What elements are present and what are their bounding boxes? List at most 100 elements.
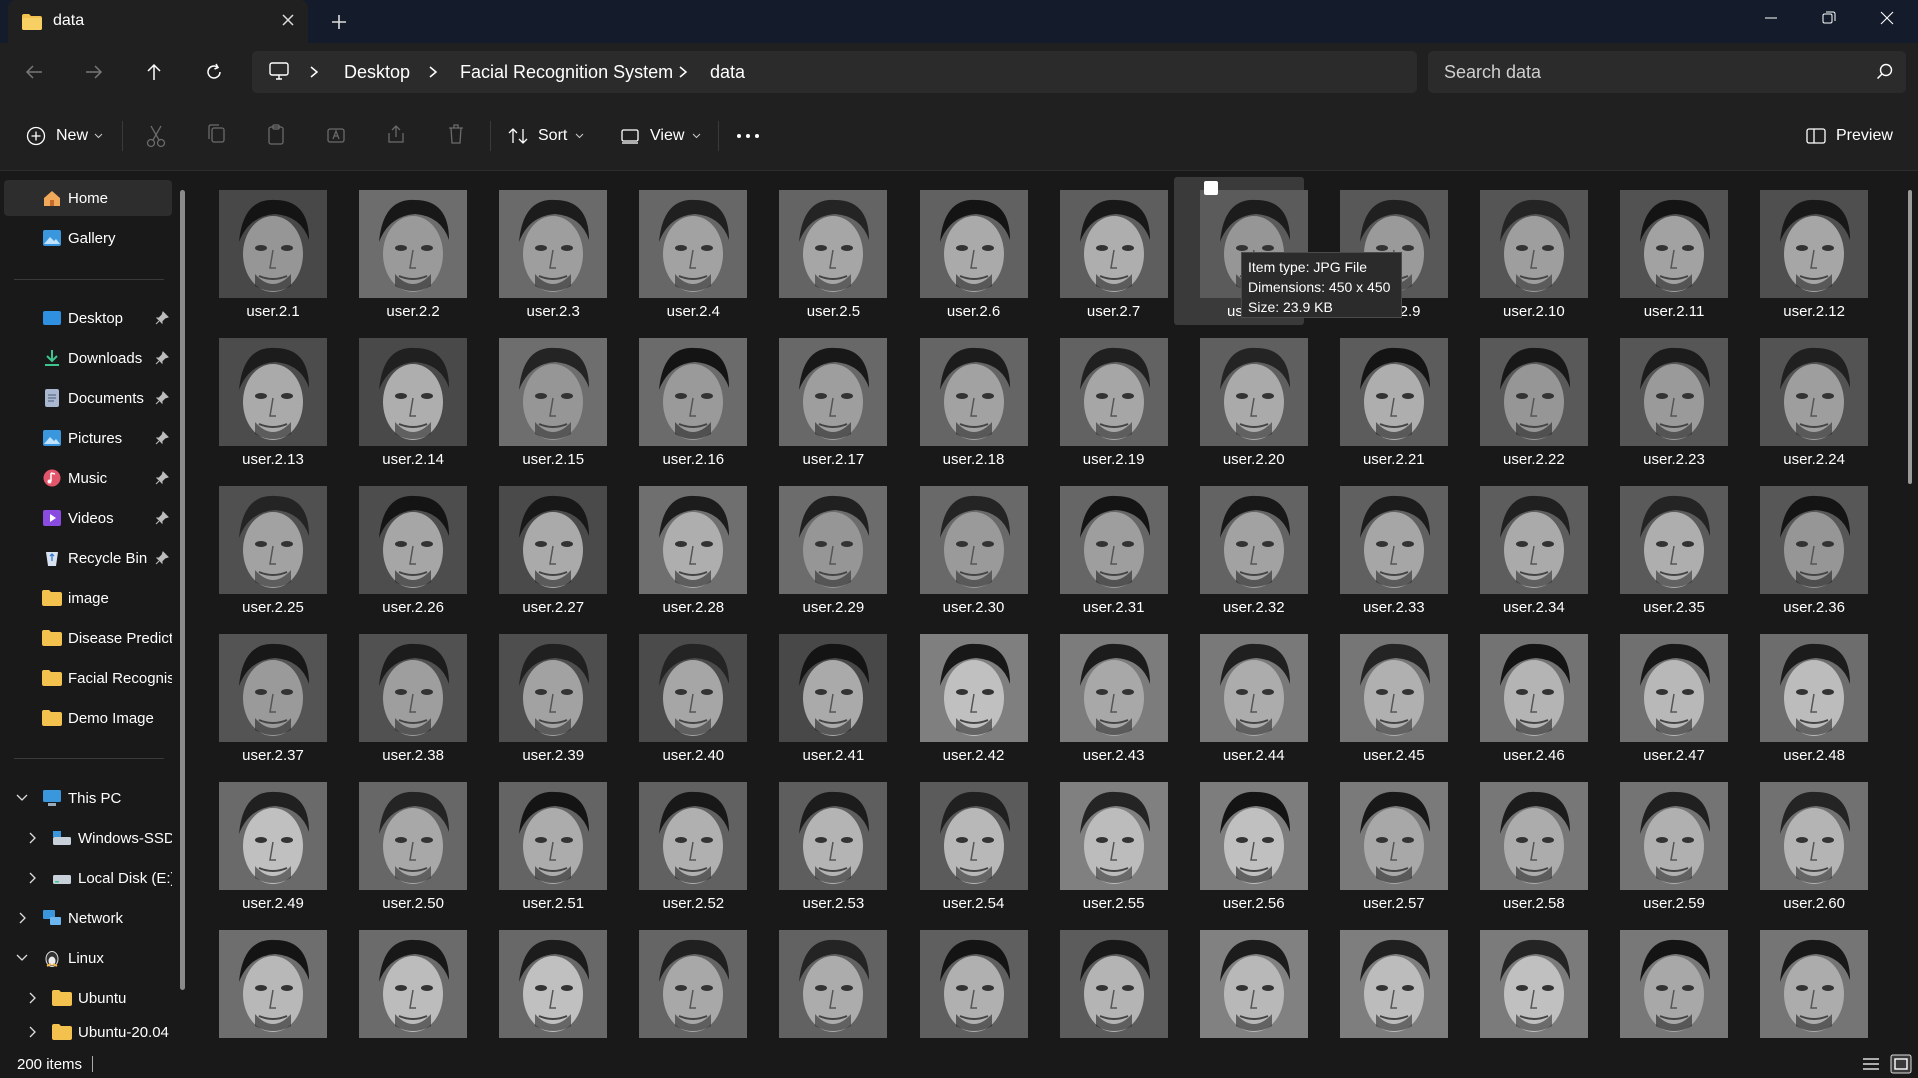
file-tile[interactable]: user.2.39 [473, 621, 609, 764]
chevron-right-icon[interactable] [18, 912, 28, 924]
restore-button[interactable] [1800, 0, 1858, 36]
search-box[interactable] [1428, 51, 1906, 93]
new-tab-icon[interactable] [327, 10, 351, 34]
sidebar-item-disease-prediction[interactable]: Disease Predicti [4, 620, 172, 656]
file-tile[interactable]: user.2.5 [753, 177, 889, 320]
sidebar-item-documents[interactable]: Documents [4, 380, 172, 416]
new-button[interactable]: New [26, 121, 103, 151]
selection-checkbox[interactable] [1204, 181, 1218, 195]
copy-icon[interactable] [206, 121, 226, 151]
content-scrollbar[interactable] [1908, 190, 1912, 484]
file-tile[interactable]: user.2.69 [1314, 917, 1450, 1044]
search-input[interactable] [1444, 60, 1844, 84]
file-tile[interactable]: user.2.35 [1594, 473, 1730, 616]
file-tile[interactable]: user.2.3 [473, 177, 609, 320]
file-tile[interactable]: user.2.49 [196, 769, 329, 912]
file-tile[interactable]: user.2.7 [1034, 177, 1170, 320]
file-tile[interactable]: user.2.16 [613, 325, 749, 468]
close-tab-icon[interactable] [278, 10, 298, 30]
file-tile[interactable]: user.2.51 [473, 769, 609, 912]
file-tile[interactable]: user.2.25 [196, 473, 329, 616]
file-tile[interactable]: user.2.18 [894, 325, 1030, 468]
file-tile[interactable]: user.2.57 [1314, 769, 1450, 912]
file-tile[interactable]: user.2.28 [613, 473, 749, 616]
file-tile[interactable]: user.2.20 [1174, 325, 1310, 468]
file-tile[interactable]: user.2.17 [753, 325, 889, 468]
sidebar-scrollbar[interactable] [180, 190, 185, 990]
up-button[interactable] [141, 59, 167, 85]
file-tile[interactable]: user.2.30 [894, 473, 1030, 616]
file-tile[interactable]: user.2.14 [333, 325, 469, 468]
file-tile[interactable]: user.2.50 [333, 769, 469, 912]
sidebar-item-ubuntu-20-04[interactable]: Ubuntu-20.04 [4, 1020, 172, 1044]
sidebar-item-local-disk-e[interactable]: Local Disk (E:) [4, 860, 172, 896]
file-tile[interactable]: user.2.22 [1454, 325, 1590, 468]
pin-icon[interactable] [155, 471, 169, 485]
file-tile[interactable]: user.2.63 [473, 917, 609, 1044]
pin-icon[interactable] [155, 311, 169, 325]
file-tile[interactable]: user.2.45 [1314, 621, 1450, 764]
file-tile[interactable]: user.2.48 [1734, 621, 1870, 764]
file-tile[interactable]: user.2.4 [613, 177, 749, 320]
file-tile[interactable]: user.2.64 [613, 917, 749, 1044]
file-tile[interactable]: user.2.43 [1034, 621, 1170, 764]
file-tile[interactable]: user.2.34 [1454, 473, 1590, 616]
file-tile[interactable]: user.2.36 [1734, 473, 1870, 616]
pin-icon[interactable] [155, 391, 169, 405]
file-tile[interactable]: user.2.42 [894, 621, 1030, 764]
share-icon[interactable] [386, 121, 406, 151]
chevron-down-icon[interactable] [16, 793, 28, 803]
pin-icon[interactable] [155, 551, 169, 565]
cut-icon[interactable] [146, 121, 166, 151]
sidebar-item-this-pc[interactable]: This PC [4, 780, 172, 816]
file-tile[interactable]: user.2.58 [1454, 769, 1590, 912]
file-tile[interactable]: user.2.55 [1034, 769, 1170, 912]
file-tile[interactable]: user.2.26 [333, 473, 469, 616]
pin-icon[interactable] [155, 351, 169, 365]
breadcrumb-desktop[interactable]: Desktop [344, 62, 410, 83]
sidebar-item-ubuntu[interactable]: Ubuntu [4, 980, 172, 1016]
file-tile[interactable]: user.2.65 [753, 917, 889, 1044]
file-tile[interactable]: user.2.68 [1174, 917, 1310, 1044]
sidebar-item-gallery[interactable]: Gallery [4, 220, 172, 256]
rename-icon[interactable] [326, 121, 346, 151]
sort-button[interactable]: Sort [508, 121, 584, 151]
file-tile[interactable]: user.2.61 [196, 917, 329, 1044]
file-tile[interactable]: user.2.6 [894, 177, 1030, 320]
file-tile[interactable]: user.2.11 [1594, 177, 1730, 320]
chevron-down-icon[interactable] [16, 953, 28, 963]
chevron-right-icon[interactable] [28, 872, 38, 884]
view-button[interactable]: View [620, 121, 701, 151]
file-tile[interactable]: user.2.72 [1734, 917, 1870, 1044]
sidebar-item-windows-ssd[interactable]: Windows-SSD [4, 820, 172, 856]
file-tile[interactable]: user.2.54 [894, 769, 1030, 912]
sidebar-item-network[interactable]: Network [4, 900, 172, 936]
file-tile[interactable]: user.2.19 [1034, 325, 1170, 468]
sidebar-item-pictures[interactable]: Pictures [4, 420, 172, 456]
sidebar-item-image[interactable]: image [4, 580, 172, 616]
sidebar-item-recycle-bin[interactable]: Recycle Bin [4, 540, 172, 576]
file-tile[interactable]: user.2.53 [753, 769, 889, 912]
file-tile[interactable]: user.2.59 [1594, 769, 1730, 912]
file-tile[interactable]: user.2.67 [1034, 917, 1170, 1044]
sidebar-item-facial-recognition[interactable]: Facial Recognisa [4, 660, 172, 696]
chevron-right-icon[interactable] [28, 992, 38, 1004]
details-view-icon[interactable] [1860, 1054, 1882, 1074]
file-tile[interactable]: user.2.41 [753, 621, 889, 764]
file-tile[interactable]: user.2.71 [1594, 917, 1730, 1044]
sidebar-item-downloads[interactable]: Downloads [4, 340, 172, 376]
close-window-button[interactable] [1858, 0, 1916, 36]
file-tile[interactable]: user.2.60 [1734, 769, 1870, 912]
file-tile[interactable]: user.2.32 [1174, 473, 1310, 616]
sidebar-item-linux[interactable]: Linux [4, 940, 172, 976]
file-tile[interactable]: user.2.33 [1314, 473, 1450, 616]
more-options-button[interactable] [736, 121, 760, 151]
forward-button[interactable] [81, 59, 107, 85]
file-tile[interactable]: user.2.24 [1734, 325, 1870, 468]
sidebar-item-desktop[interactable]: Desktop [4, 300, 172, 336]
pin-icon[interactable] [155, 511, 169, 525]
sidebar-item-demo-image[interactable]: Demo Image [4, 700, 172, 736]
sidebar-item-music[interactable]: Music [4, 460, 172, 496]
delete-icon[interactable] [446, 121, 466, 151]
sidebar-item-videos[interactable]: Videos [4, 500, 172, 536]
